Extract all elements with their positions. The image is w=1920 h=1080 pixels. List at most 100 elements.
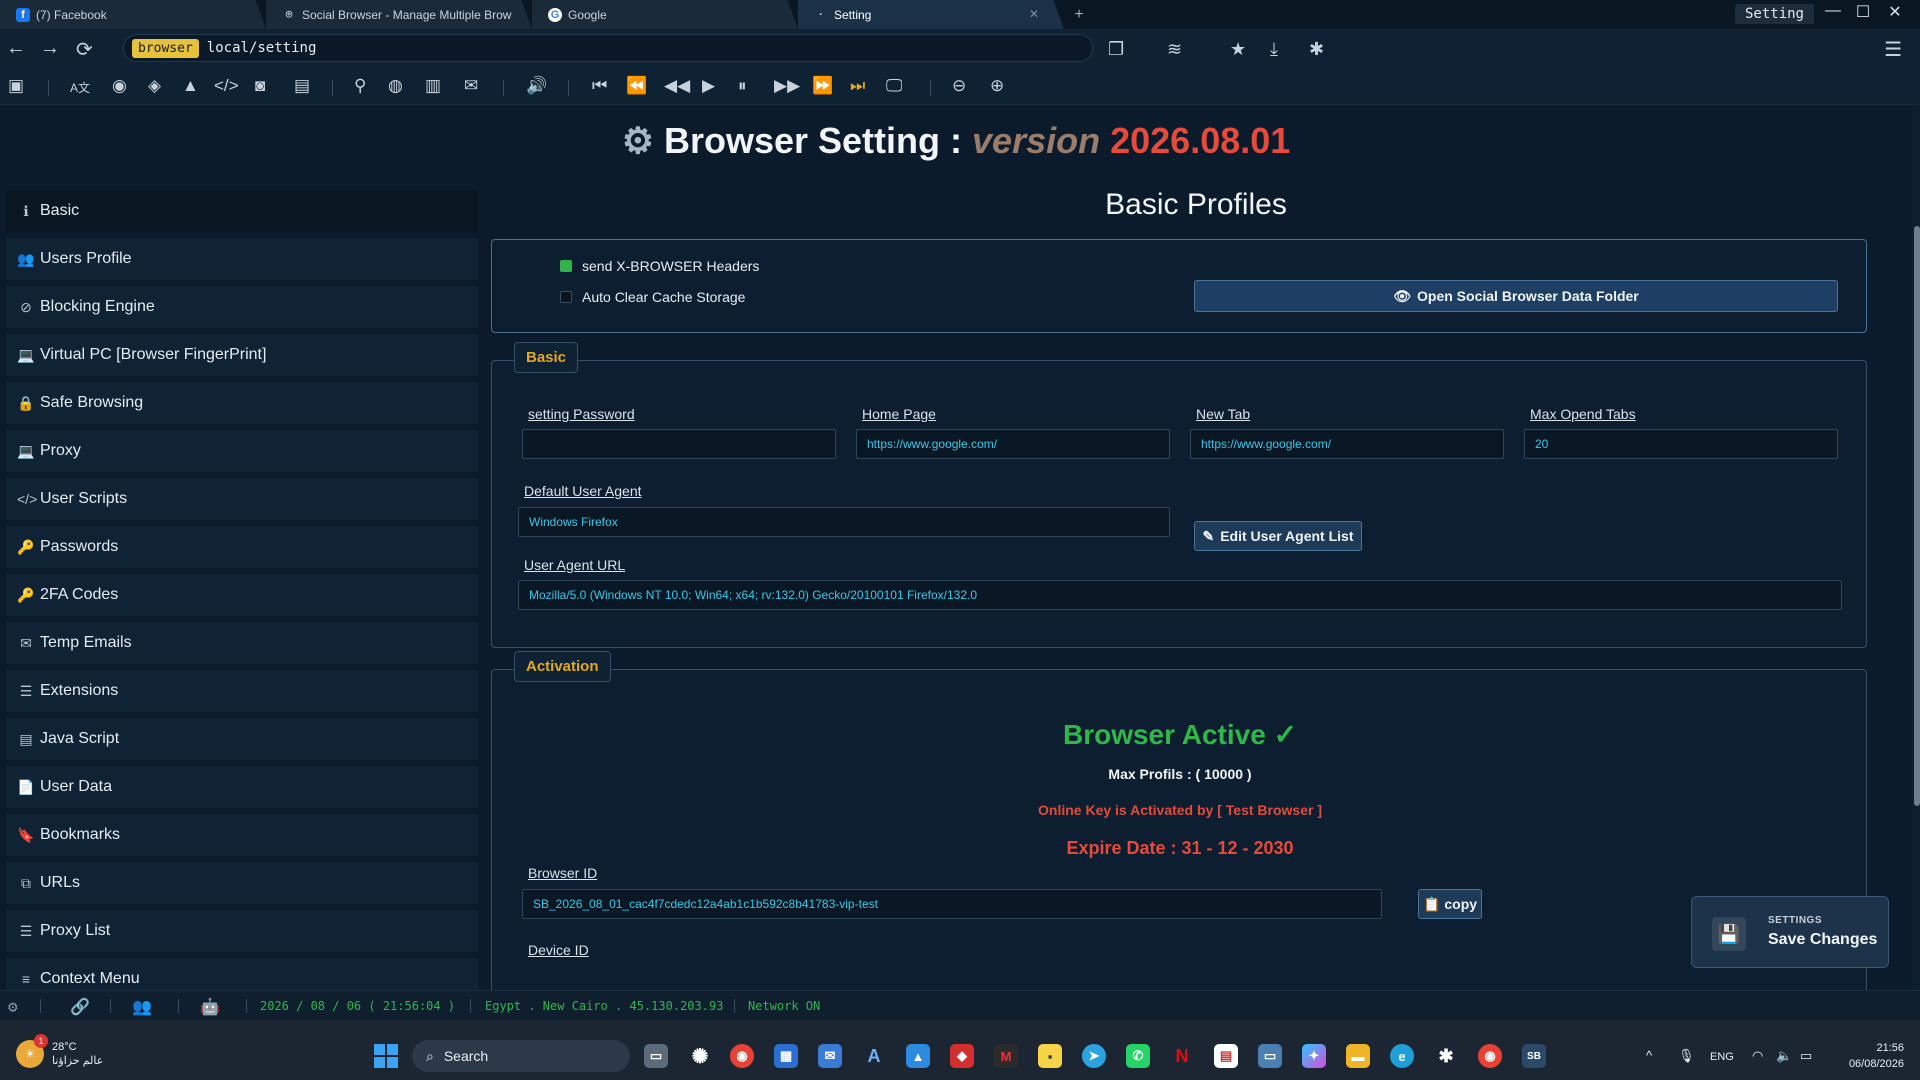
bookmark-star-icon[interactable]: ★	[1230, 39, 1246, 60]
social-browser-taskbar-icon[interactable]: SB	[1522, 1044, 1546, 1068]
new-tab-button[interactable]: +	[1064, 0, 1094, 29]
remote-desktop-icon[interactable]: ▭	[1258, 1044, 1282, 1068]
copilot-icon[interactable]: ✦	[1302, 1044, 1326, 1068]
sidebar-item-safe-browsing[interactable]: 🔒 Safe Browsing	[6, 382, 478, 424]
spider-icon[interactable]: ◉	[112, 76, 127, 96]
sidebar-item-context-menu[interactable]: ≡ Context Menu	[6, 958, 478, 990]
sidebar-item-blocking-engine[interactable]: ⊘ Blocking Engine	[6, 286, 478, 328]
save-icon[interactable]: ▤	[294, 76, 310, 96]
photos-icon[interactable]: ▲	[906, 1044, 930, 1068]
globe-icon[interactable]: ◍	[388, 76, 403, 96]
reload-icon[interactable]: ⟳	[76, 37, 93, 62]
tray-chevron-icon[interactable]: ^	[1646, 1048, 1652, 1063]
maximize-icon[interactable]: ☐	[1848, 2, 1878, 22]
copy-browser-id-button[interactable]: 📋 copy	[1418, 889, 1482, 919]
zoom-in-icon[interactable]: ⊕	[990, 76, 1004, 96]
speaker-icon[interactable]: 🔈	[1776, 1048, 1792, 1064]
send-headers-option[interactable]: send X-BROWSER Headers	[560, 258, 759, 274]
edge-icon[interactable]: e	[1390, 1044, 1414, 1068]
sidebar-item-users-profile[interactable]: 👥 Users Profile	[6, 238, 478, 280]
setting-password-input[interactable]	[522, 429, 836, 459]
start-windows-icon[interactable]	[374, 1044, 398, 1068]
scrollbar-thumb[interactable]	[1914, 226, 1920, 806]
mail-icon[interactable]: ✉	[464, 76, 478, 96]
skip-start-icon[interactable]: ⏮	[592, 76, 607, 96]
taskbar-search[interactable]: ⌕ Search	[412, 1040, 630, 1072]
location-pin-icon[interactable]: ⚲	[354, 76, 366, 96]
sticky-notes-icon[interactable]: ▪	[1038, 1044, 1062, 1068]
chatgpt-icon[interactable]: ✺	[688, 1044, 712, 1068]
max-tabs-input[interactable]: 20	[1524, 429, 1838, 459]
task-view-icon[interactable]: ▭	[644, 1044, 668, 1068]
developer-code-icon[interactable]: </>	[214, 76, 239, 96]
tab-setting[interactable]: · Setting ✕	[798, 0, 1064, 29]
sidebar-item-bookmarks[interactable]: 🔖 Bookmarks	[6, 814, 478, 856]
spider-app-icon[interactable]: ✱	[1434, 1044, 1458, 1068]
battery-icon[interactable]: ▭	[1800, 1048, 1812, 1064]
send-headers-checkbox[interactable]	[560, 260, 572, 272]
document-app-icon[interactable]: ▤	[1214, 1044, 1238, 1068]
language-indicator[interactable]: ENG	[1710, 1051, 1734, 1063]
volume-icon[interactable]: 🔊	[526, 76, 547, 96]
netflix-icon[interactable]: N	[1170, 1044, 1194, 1068]
monitor-icon[interactable]: 🖵	[886, 76, 902, 96]
font-app-icon[interactable]: A	[862, 1044, 886, 1068]
sidebar-item-proxy[interactable]: 💻 Proxy	[6, 430, 478, 472]
bug-icon[interactable]: ✱	[1309, 39, 1324, 60]
tab-google[interactable]: G Google	[532, 0, 798, 29]
users-group-icon[interactable]: 👥	[132, 997, 152, 1016]
fast-forward-icon[interactable]: ⏩	[812, 76, 833, 96]
camera-icon[interactable]: ◙	[255, 76, 265, 96]
system-clock[interactable]: 21:56 06/08/2026	[1849, 1040, 1904, 1072]
bot-icon[interactable]: 🤖	[200, 997, 220, 1016]
telegram-icon[interactable]: ➤	[1082, 1044, 1106, 1068]
incognito-icon[interactable]: ◈	[148, 76, 161, 96]
pause-icon[interactable]: ⏸	[738, 76, 747, 96]
tab-facebook[interactable]: f (7) Facebook	[0, 0, 266, 29]
close-window-icon[interactable]: ✕	[1880, 2, 1910, 22]
layers-icon[interactable]: ≋	[1167, 39, 1182, 60]
sidebar-item-basic[interactable]: ℹ Basic	[6, 190, 478, 232]
page-scrollbar[interactable]	[1912, 106, 1920, 990]
mail-app-icon[interactable]: ✉	[818, 1044, 842, 1068]
back-icon[interactable]: ←	[6, 37, 26, 60]
auto-clear-option[interactable]: Auto Clear Cache Storage	[560, 289, 745, 305]
sidebar-item-temp-emails[interactable]: ✉ Temp Emails	[6, 622, 478, 664]
tab-social-browser[interactable]: ⌾ Social Browser - Manage Multiple Brow	[266, 0, 532, 29]
home-page-input[interactable]: https://www.google.com/	[856, 429, 1170, 459]
settings-gear-icon[interactable]: ⚙	[8, 997, 18, 1016]
fast-backward-icon[interactable]: ⏪	[626, 76, 647, 96]
forward-icon[interactable]: →	[40, 37, 60, 60]
skip-end-icon[interactable]: ⏭	[850, 76, 865, 96]
download-icon[interactable]: ⤓	[1270, 39, 1278, 60]
sidebar-item-user-scripts[interactable]: </> User Scripts	[6, 478, 478, 520]
edit-user-agent-list-button[interactable]: ✎ Edit User Agent List	[1194, 521, 1362, 551]
store-icon[interactable]: ▦	[774, 1044, 798, 1068]
file-explorer-icon[interactable]: ▬	[1346, 1044, 1370, 1068]
link-icon[interactable]: 🔗	[70, 997, 90, 1016]
new-tab-input[interactable]: https://www.google.com/	[1190, 429, 1504, 459]
microphone-icon[interactable]: 🎙	[1678, 1048, 1695, 1064]
sidebar-item-2fa-codes[interactable]: 🔑 2FA Codes	[6, 574, 478, 616]
sidebar-item-user-data[interactable]: 📄 User Data	[6, 766, 478, 808]
sidebar-item-extensions[interactable]: ☰ Extensions	[6, 670, 478, 712]
auto-clear-checkbox[interactable]	[560, 291, 572, 303]
anydesk-icon[interactable]: ◆	[950, 1044, 974, 1068]
address-bar[interactable]: browser local/setting	[123, 34, 1093, 62]
browser-id-input[interactable]: SB_2026_08_01_cac4f7cdedc12a4ab1c1b592c8…	[522, 889, 1382, 919]
close-tab-icon[interactable]: ✕	[1029, 7, 1039, 21]
user-agent-url-input[interactable]: Mozilla/5.0 (Windows NT 10.0; Win64; x64…	[518, 580, 1842, 610]
minimize-icon[interactable]: —	[1818, 2, 1848, 20]
save-changes-button[interactable]: 💾 SETTINGS Save Changes	[1691, 896, 1889, 968]
private-lock-icon[interactable]: ▲	[182, 76, 199, 96]
windows-icon[interactable]: ▣	[8, 76, 24, 96]
address-url[interactable]: local/setting	[207, 40, 317, 56]
sidebar-item-virtual-pc-browser-fingerprint[interactable]: 💻 Virtual PC [Browser FingerPrint]	[6, 334, 478, 376]
whatsapp-icon[interactable]: ✆	[1126, 1044, 1150, 1068]
copy-pages-icon[interactable]: ❐	[1108, 39, 1124, 60]
game-app-icon[interactable]: M	[994, 1044, 1018, 1068]
open-data-folder-button[interactable]: 👁 Open Social Browser Data Folder	[1194, 280, 1838, 312]
weather-widget[interactable]: ☀ 1 28°C عالم حزاؤنا	[16, 1034, 103, 1068]
sidebar-item-java-script[interactable]: ▤ Java Script	[6, 718, 478, 760]
robot-icon[interactable]: ▥	[425, 76, 441, 96]
